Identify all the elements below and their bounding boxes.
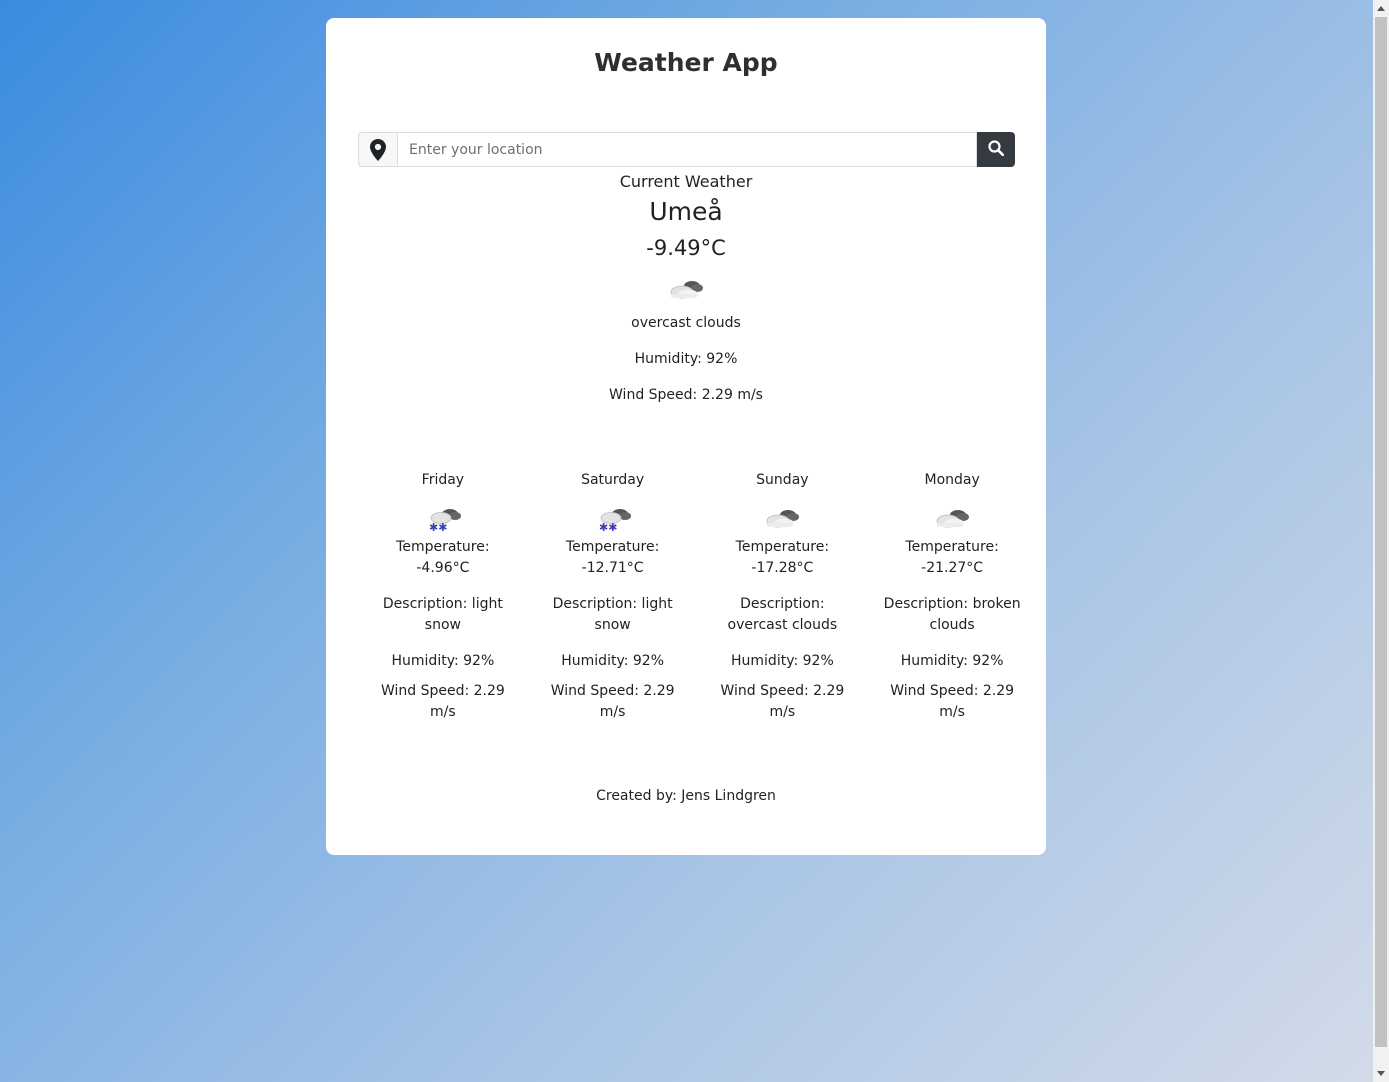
current-wind-speed: Wind Speed: 2.29 m/s — [609, 387, 763, 403]
forecast-temperature-label: Temperature: — [905, 539, 999, 555]
forecast-wind-speed: Wind Speed: 2.29 m/s — [550, 683, 675, 720]
forecast-temperature-label: Temperature: — [396, 539, 490, 555]
forecast-temperature: -17.28°C — [751, 560, 814, 576]
forecast-day-name: Sunday — [756, 472, 809, 488]
forecast-description: Description: light snow — [552, 596, 673, 633]
light-snow-icon: ✱✱ — [542, 505, 684, 534]
scrollbar-thumb[interactable] — [1375, 17, 1387, 1047]
forecast-day: Monday Temperature: -21.27°C Description… — [867, 470, 1037, 723]
current-city: Umeå — [649, 197, 723, 226]
search-button[interactable] — [977, 132, 1015, 167]
forecast-temperature: -4.96°C — [416, 560, 470, 576]
search-bar — [358, 132, 1015, 167]
location-pin-icon — [358, 132, 397, 167]
scroll-down-icon[interactable] — [1377, 1071, 1385, 1076]
weather-card: Weather App Current Weather Umeå -9.49°C — [326, 18, 1046, 855]
current-temperature: -9.49°C — [646, 236, 726, 260]
forecast-temperature: -12.71°C — [581, 560, 644, 576]
forecast-temperature-label: Temperature: — [565, 539, 660, 555]
svg-text:✱✱: ✱✱ — [599, 521, 617, 533]
vertical-scrollbar[interactable] — [1373, 0, 1389, 1082]
page-title: Weather App — [594, 48, 778, 77]
current-description: overcast clouds — [631, 315, 741, 331]
broken-clouds-icon — [881, 505, 1023, 533]
current-weather-heading: Current Weather — [619, 172, 753, 191]
scroll-up-icon[interactable] — [1377, 6, 1385, 11]
forecast-day-name: Friday — [421, 472, 465, 488]
forecast-wind-speed: Wind Speed: 2.29 m/s — [380, 683, 505, 720]
forecast-day: Saturday ✱✱ Temperature: -12.71°C Descri… — [528, 470, 698, 723]
forecast-description: Description: light snow — [382, 596, 503, 633]
forecast-day-name: Monday — [924, 472, 980, 488]
current-humidity: Humidity: 92% — [634, 351, 738, 367]
light-snow-icon: ✱✱ — [372, 505, 514, 534]
overcast-clouds-icon — [326, 276, 1046, 304]
overcast-clouds-icon — [712, 505, 854, 533]
footer-credit: Created by: Jens Lindgren — [596, 788, 776, 804]
forecast-humidity: Humidity: 92% — [731, 653, 834, 669]
forecast-day-name: Saturday — [581, 472, 645, 488]
forecast-description: Description: overcast clouds — [727, 596, 838, 633]
search-input[interactable] — [397, 132, 977, 167]
forecast-temperature-label: Temperature: — [735, 539, 830, 555]
forecast-humidity: Humidity: 92% — [561, 653, 664, 669]
forecast-list: Friday ✱✱ Temperature: -4.96°C Descripti… — [358, 470, 1037, 723]
forecast-description: Description: broken clouds — [883, 596, 1021, 633]
forecast-humidity: Humidity: 92% — [391, 653, 495, 669]
search-icon — [988, 140, 1005, 159]
forecast-wind-speed: Wind Speed: 2.29 m/s — [720, 683, 845, 720]
forecast-day: Sunday Temperature: -17.28°C Description… — [698, 470, 868, 723]
svg-text:✱✱: ✱✱ — [429, 521, 447, 533]
forecast-wind-speed: Wind Speed: 2.29 m/s — [890, 683, 1015, 720]
forecast-day: Friday ✱✱ Temperature: -4.96°C Descripti… — [358, 470, 528, 723]
forecast-humidity: Humidity: 92% — [900, 653, 1004, 669]
forecast-temperature: -21.27°C — [921, 560, 984, 576]
